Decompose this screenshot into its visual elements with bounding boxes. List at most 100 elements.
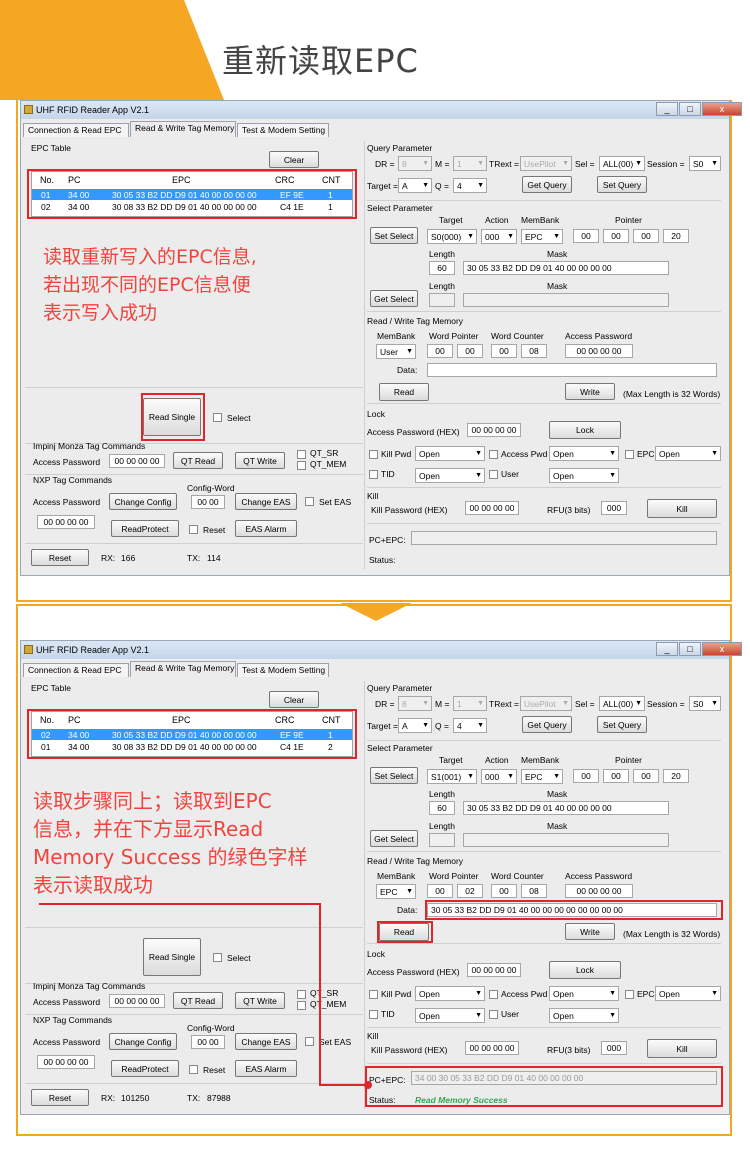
word-pointer-field-1[interactable]: 00 [457,344,483,358]
kill-button[interactable]: Kill [647,1039,717,1058]
tab-0[interactable]: Connection & Read EPC [23,123,129,137]
eas-alarm-button[interactable]: EAS Alarm [235,1060,297,1077]
get-select-button[interactable]: Get Select [370,290,418,307]
get-query-button[interactable]: Get Query [522,716,572,733]
select-checkbox[interactable] [213,953,222,962]
close-button[interactable]: x [702,642,742,656]
clear-button[interactable]: Clear [269,691,319,708]
sel-membank-combo[interactable]: EPC ▼ [521,229,563,244]
kill-pwd-combo[interactable]: Open ▼ [415,986,485,1001]
sel-membank-combo[interactable]: EPC ▼ [521,769,563,784]
change-config-button[interactable]: Change Config [109,493,177,510]
rw-membank-combo[interactable]: User ▼ [376,344,416,359]
word-counter-field-1[interactable]: 08 [521,884,547,898]
q-combo[interactable]: 4 ▼ [453,718,487,733]
qt-sr-checkbox[interactable] [297,450,306,459]
set-eas-checkbox[interactable] [305,497,314,506]
user-combo[interactable]: Open ▼ [549,468,619,483]
pc-epc-field[interactable] [411,531,717,545]
lock-password-field[interactable]: 00 00 00 00 [467,963,521,977]
word-pointer-field-0[interactable]: 00 [427,884,453,898]
mask-field[interactable]: 30 05 33 B2 DD D9 01 40 00 00 00 00 [463,261,669,275]
impinj-password-field[interactable]: 00 00 00 00 [109,454,165,468]
lock-password-field[interactable]: 00 00 00 00 [467,423,521,437]
data-field[interactable] [427,363,717,377]
clear-button[interactable]: Clear [269,151,319,168]
kill-pwd-checkbox[interactable] [369,990,378,999]
tab-1[interactable]: Read & Write Tag Memory [130,661,236,677]
pointer-field-1[interactable]: 00 [603,769,629,783]
reset-button[interactable]: Reset [31,1089,89,1106]
kill-button[interactable]: Kill [647,499,717,518]
pointer-field-2[interactable]: 00 [633,769,659,783]
nxp-password-field[interactable]: 00 00 00 00 [37,1055,95,1069]
word-counter-field-0[interactable]: 00 [491,344,517,358]
trext-combo[interactable]: UsePilot ▼ [520,156,572,171]
kill-pwd-checkbox[interactable] [369,450,378,459]
read-single-button[interactable]: Read Single [143,938,201,976]
epc-lock-checkbox[interactable] [625,450,634,459]
get-length-field[interactable] [429,293,455,307]
lock-button[interactable]: Lock [549,961,621,979]
pointer-field-0[interactable]: 00 [573,229,599,243]
read-button[interactable]: Read [379,383,429,401]
epc-lock-combo[interactable]: Open ▼ [655,446,721,461]
rfu-field[interactable]: 000 [601,501,627,515]
set-select-button[interactable]: Set Select [370,227,418,244]
qt-sr-checkbox[interactable] [297,990,306,999]
rw-password-field[interactable]: 00 00 00 00 [565,884,633,898]
tid-checkbox[interactable] [369,470,378,479]
qt-read-button[interactable]: QT Read [173,452,223,469]
minimize-button[interactable]: _ [656,102,678,116]
rw-membank-combo[interactable]: EPC ▼ [376,884,416,899]
sel-action-combo[interactable]: 000 ▼ [481,769,517,784]
get-query-button[interactable]: Get Query [522,176,572,193]
pointer-field-3[interactable]: 20 [663,769,689,783]
m-combo[interactable]: 1 ▼ [453,156,487,171]
tid-combo[interactable]: Open ▼ [415,1008,485,1023]
pointer-field-2[interactable]: 00 [633,229,659,243]
set-eas-checkbox[interactable] [305,1037,314,1046]
qt-write-button[interactable]: QT Write [235,452,285,469]
tid-combo[interactable]: Open ▼ [415,468,485,483]
sel-combo[interactable]: ALL(00) ▼ [599,696,645,711]
tab-0[interactable]: Connection & Read EPC [23,663,129,677]
access-pwd-checkbox[interactable] [489,990,498,999]
dr-combo[interactable]: 8 ▼ [398,156,432,171]
rw-password-field[interactable]: 00 00 00 00 [565,344,633,358]
set-query-button[interactable]: Set Query [597,176,647,193]
select-checkbox[interactable] [213,413,222,422]
user-checkbox[interactable] [489,470,498,479]
nxp-password-field[interactable]: 00 00 00 00 [37,515,95,529]
read-protect-button[interactable]: ReadProtect [111,520,179,537]
tab-2[interactable]: Test & Modem Setting [237,663,329,677]
length-field[interactable]: 60 [429,261,455,275]
user-checkbox[interactable] [489,1010,498,1019]
maximize-button[interactable]: □ [679,642,701,656]
maximize-button[interactable]: □ [679,102,701,116]
word-pointer-field-0[interactable]: 00 [427,344,453,358]
sel-combo[interactable]: ALL(00) ▼ [599,156,645,171]
word-counter-field-0[interactable]: 00 [491,884,517,898]
set-query-button[interactable]: Set Query [597,716,647,733]
access-pwd-combo[interactable]: Open ▼ [549,446,619,461]
pointer-field-3[interactable]: 20 [663,229,689,243]
sel-action-combo[interactable]: 000 ▼ [481,229,517,244]
lock-button[interactable]: Lock [549,421,621,439]
qt-mem-checkbox[interactable] [297,461,306,470]
sel-target-combo[interactable]: S1(001) ▼ [427,769,477,784]
kill-password-field[interactable]: 00 00 00 00 [465,501,519,515]
session-combo[interactable]: S0 ▼ [689,696,721,711]
qt-read-button[interactable]: QT Read [173,992,223,1009]
tid-checkbox[interactable] [369,1010,378,1019]
close-button[interactable]: x [702,102,742,116]
reset-button[interactable]: Reset [31,549,89,566]
trext-combo[interactable]: UsePilot ▼ [520,696,572,711]
tab-1[interactable]: Read & Write Tag Memory [130,121,236,137]
qt-write-button[interactable]: QT Write [235,992,285,1009]
eas-alarm-button[interactable]: EAS Alarm [235,520,297,537]
sel-target-combo[interactable]: S0(000) ▼ [427,229,477,244]
change-eas-button[interactable]: Change EAS [235,493,297,510]
pointer-field-0[interactable]: 00 [573,769,599,783]
get-select-button[interactable]: Get Select [370,830,418,847]
